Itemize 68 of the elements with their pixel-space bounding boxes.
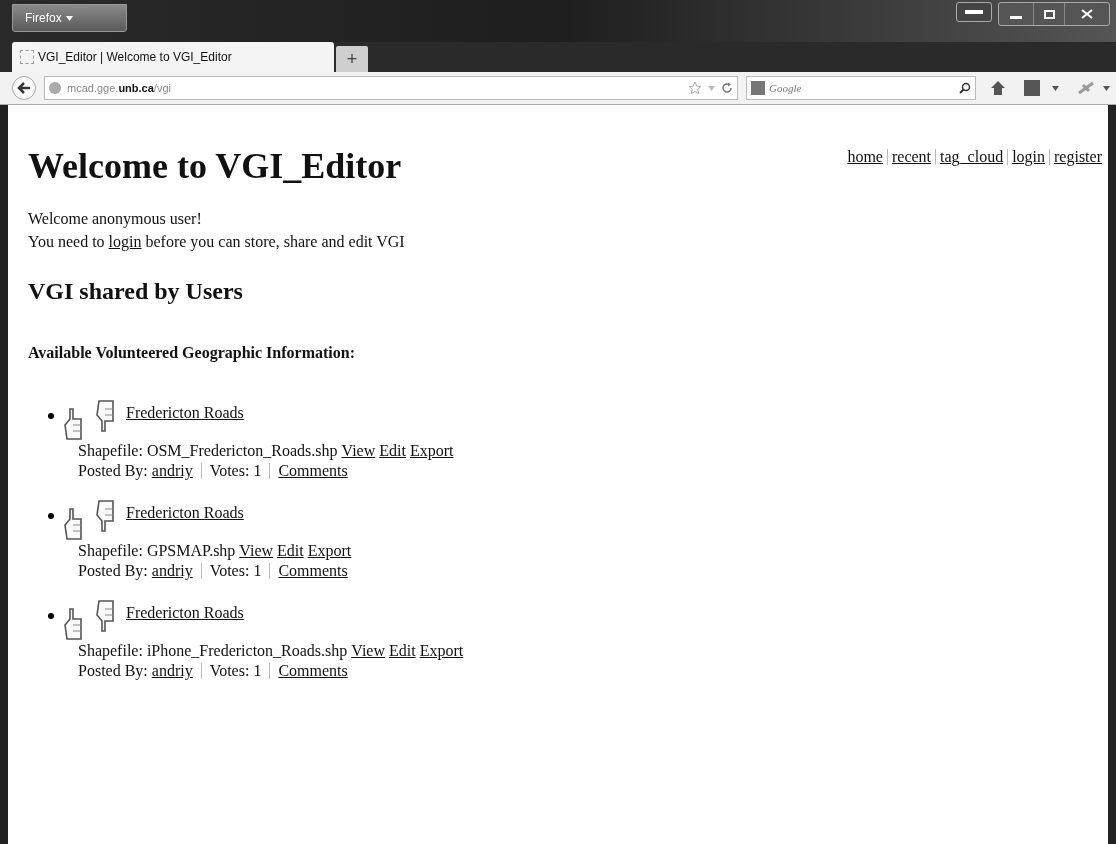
list-title: Available Volunteered Geographic Information: bbox=[28, 343, 356, 364]
caret-icon bbox=[1052, 85, 1059, 91]
browser-tab[interactable]: VGI_Editor | Welcome to VGI_Editor bbox=[12, 42, 334, 72]
action-link[interactable]: Edit bbox=[379, 441, 406, 461]
action-link[interactable]: View bbox=[239, 541, 274, 561]
search-icon bbox=[959, 82, 971, 94]
nav-link[interactable]: login bbox=[1012, 145, 1045, 169]
close-icon bbox=[1081, 9, 1093, 19]
nav-link[interactable]: home bbox=[847, 145, 883, 169]
thumbs-down-icon[interactable] bbox=[94, 599, 116, 633]
login-notice: You need to login before you can store, share and edit VGI bbox=[28, 232, 406, 253]
shapefile-name: GPSMAP.shp bbox=[146, 541, 236, 561]
shapefile-name: OSM_Fredericton_Roads.shp bbox=[146, 441, 338, 461]
reload-icon[interactable] bbox=[721, 82, 733, 94]
url-text: mcad.gge.unb.ca/vgi bbox=[67, 80, 171, 96]
action-link[interactable]: Export bbox=[409, 441, 454, 461]
shapefile-label: Shapefile: bbox=[78, 541, 143, 561]
action-link[interactable]: View bbox=[341, 441, 376, 461]
action-link[interactable]: View bbox=[351, 641, 385, 661]
nav-link[interactable]: register bbox=[1054, 145, 1102, 169]
posted-by-label: Posted By: bbox=[78, 561, 148, 581]
thumbs-up-icon[interactable] bbox=[62, 507, 84, 541]
back-arrow-icon bbox=[17, 82, 31, 94]
comments-link[interactable]: Comments bbox=[278, 561, 348, 581]
thumbs-down-icon[interactable] bbox=[94, 399, 116, 433]
bullet-icon bbox=[48, 613, 54, 619]
item-title-link[interactable]: Fredericton Roads bbox=[126, 403, 244, 423]
bookmark-star-icon[interactable] bbox=[688, 81, 702, 95]
login-link[interactable]: login bbox=[108, 233, 142, 250]
action-link[interactable]: Edit bbox=[277, 541, 304, 561]
author-link[interactable]: andriy bbox=[151, 461, 193, 481]
home-icon[interactable] bbox=[990, 80, 1006, 96]
thumbs-down-icon[interactable] bbox=[94, 499, 116, 533]
search-field[interactable]: Google bbox=[746, 76, 976, 100]
item-title-link[interactable]: Fredericton Roads bbox=[126, 503, 244, 523]
votes-count: Votes: 1 bbox=[209, 561, 262, 581]
caret-icon bbox=[65, 15, 73, 21]
search-input[interactable]: Google bbox=[769, 79, 955, 97]
caret-icon bbox=[708, 85, 715, 91]
nav-link[interactable]: recent bbox=[891, 145, 932, 169]
page-title: Welcome to VGI_Editor bbox=[28, 145, 402, 188]
nav-link[interactable]: tag_cloud bbox=[940, 145, 1004, 169]
comments-link[interactable]: Comments bbox=[278, 661, 348, 681]
item-title-link[interactable]: Fredericton Roads bbox=[126, 603, 244, 623]
action-link[interactable]: Edit bbox=[389, 641, 416, 661]
maximize-button[interactable] bbox=[1033, 3, 1065, 25]
shapefile-label: Shapefile: bbox=[78, 441, 143, 461]
action-link[interactable]: Export bbox=[419, 641, 464, 661]
thumbs-up-icon[interactable] bbox=[62, 407, 84, 441]
votes-count: Votes: 1 bbox=[209, 461, 262, 481]
author-link[interactable]: andriy bbox=[151, 661, 193, 681]
shapefile-label: Shapefile: bbox=[78, 641, 143, 661]
back-button[interactable] bbox=[12, 76, 36, 100]
posted-by-label: Posted By: bbox=[78, 661, 148, 681]
comments-link[interactable]: Comments bbox=[278, 461, 348, 481]
caret-icon bbox=[1103, 85, 1110, 91]
votes-count: Votes: 1 bbox=[209, 661, 262, 681]
new-tab-button[interactable]: + bbox=[336, 46, 368, 72]
author-link[interactable]: andriy bbox=[151, 561, 193, 581]
section-title: VGI shared by Users bbox=[28, 277, 244, 306]
action-link[interactable]: Export bbox=[307, 541, 352, 561]
firefox-menu-button[interactable]: Firefox bbox=[12, 4, 127, 32]
bullet-icon bbox=[48, 513, 54, 519]
shapefile-name: iPhone_Fredericton_Roads.shp bbox=[146, 641, 348, 661]
thumbs-up-icon[interactable] bbox=[62, 607, 84, 641]
greeting-text: Welcome anonymous user! bbox=[28, 209, 203, 230]
posted-by-label: Posted By: bbox=[78, 461, 148, 481]
bullet-icon bbox=[48, 413, 54, 419]
